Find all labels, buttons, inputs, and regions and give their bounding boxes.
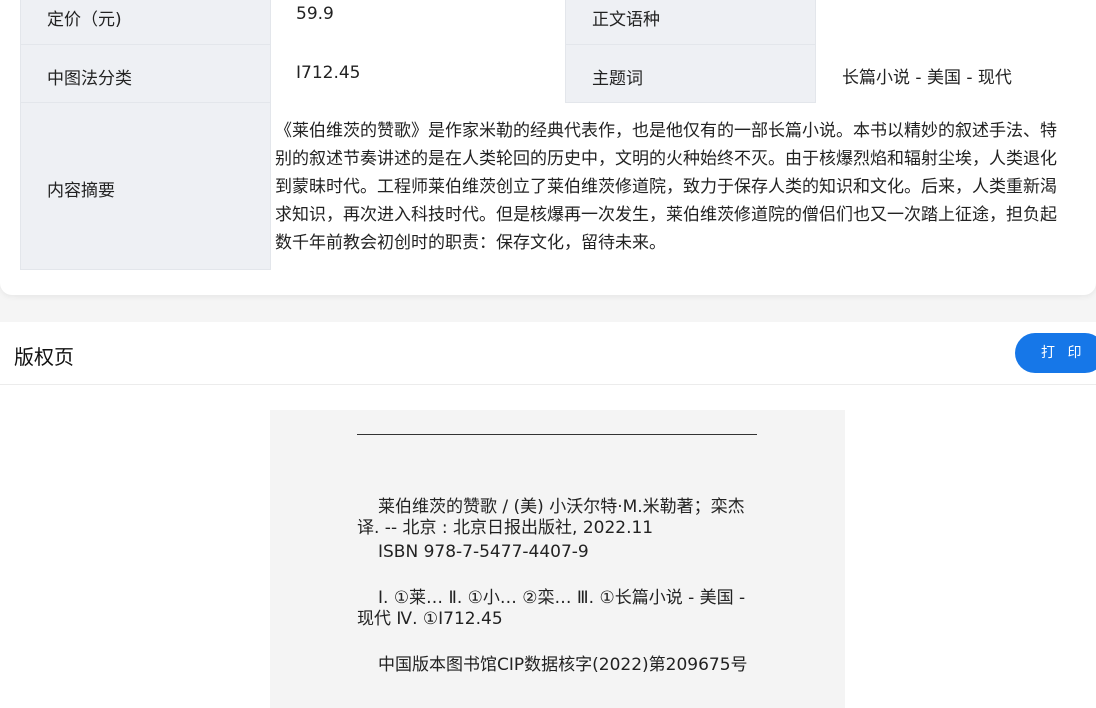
abstract-label-cell: 内容摘要 — [20, 102, 271, 270]
cip-number: 中国版本图书馆CIP数据核字(2022)第209675号 — [378, 655, 748, 675]
clc-label-cell: 中图法分类 — [20, 44, 271, 103]
price-label-cell: 定价（元) — [20, 0, 271, 45]
cip-data-box: 莱伯维茨的赞歌 / (美) 小沃尔特·M.米勒著；栾杰译. -- 北京 : 北京… — [270, 410, 845, 708]
clc-value-cell: I712.45 — [271, 44, 565, 103]
price-value: 59.9 — [296, 4, 334, 24]
clc-label: 中图法分类 — [47, 69, 132, 89]
subject-value: 长篇小说 - 美国 - 现代 — [842, 68, 1012, 88]
subject-label: 主题词 — [592, 69, 643, 89]
abstract-text: 《莱伯维茨的赞歌》是作家米勒的经典代表作，也是他仅有的一部长篇小说。本书以精妙的… — [275, 121, 1057, 253]
book-info-card: 定价（元) 59.9 正文语种 中图法分类 I712.45 主题词 长篇小说 -… — [0, 0, 1096, 295]
print-button[interactable]: 打 印 — [1015, 333, 1096, 373]
price-value-cell: 59.9 — [271, 0, 565, 45]
copyright-page-section: 版权页 打 印 莱伯维茨的赞歌 / (美) 小沃尔特·M.米勒著；栾杰译. --… — [0, 322, 1096, 708]
cip-isbn: ISBN 978-7-5477-4407-9 — [378, 542, 589, 562]
cip-divider — [357, 434, 757, 435]
cip-subject-line: Ⅰ. ①莱… Ⅱ. ①小… ②栾… Ⅲ. ①长篇小说 - 美国 - 现代 Ⅳ. … — [357, 588, 746, 629]
subject-value-cell: 长篇小说 - 美国 - 现代 — [816, 44, 1096, 103]
language-label: 正文语种 — [592, 10, 660, 30]
cip-title-line: 莱伯维茨的赞歌 / (美) 小沃尔特·M.米勒著；栾杰译. -- 北京 : 北京… — [357, 497, 745, 538]
abstract-label: 内容摘要 — [47, 181, 115, 201]
clc-value: I712.45 — [296, 63, 361, 83]
language-label-cell: 正文语种 — [565, 0, 816, 45]
copyright-page-header: 版权页 打 印 — [0, 322, 1096, 385]
subject-label-cell: 主题词 — [565, 44, 816, 103]
language-value-cell — [816, 0, 1096, 45]
copyright-page-title: 版权页 — [14, 345, 74, 369]
price-label: 定价（元) — [47, 10, 122, 30]
